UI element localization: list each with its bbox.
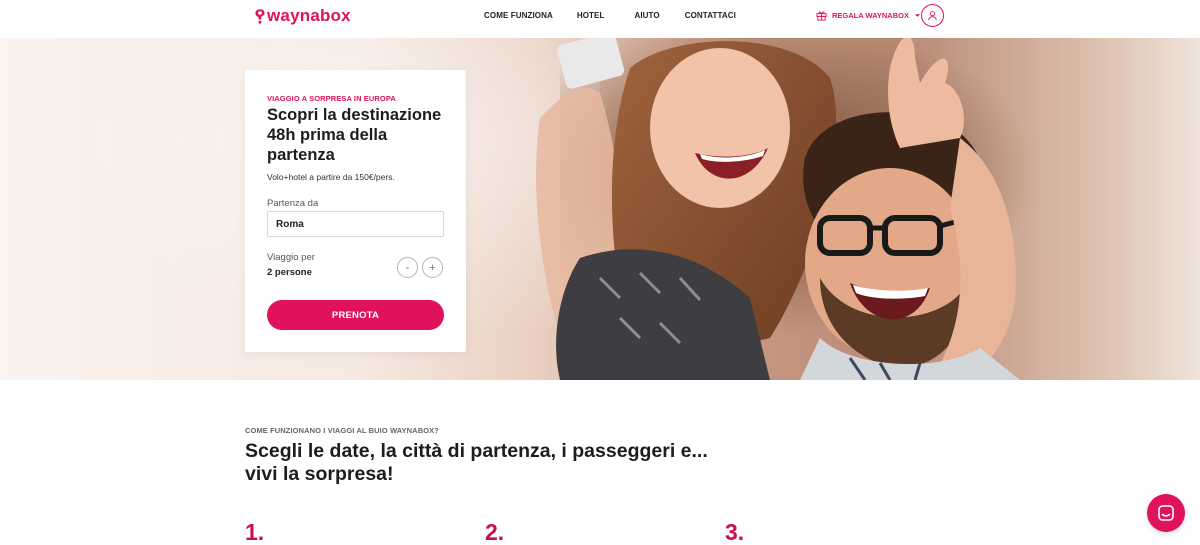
logo-text: waynabox (267, 6, 351, 25)
departure-city-input[interactable] (267, 211, 444, 237)
gift-icon (816, 11, 827, 21)
gift-label: REGALA WAYNABOX (832, 11, 909, 20)
hero-photo-couple-selfie (536, 38, 1020, 380)
how-it-works-title: Scegli le date, la città di partenza, i … (245, 440, 708, 485)
step-number-1: 1. (245, 519, 265, 545)
hero-price-subtitle: Volo+hotel a partire da 150€/pers. (267, 172, 395, 182)
hero-kicker: VIAGGIO A SORPRESA IN EUROPA (267, 94, 396, 103)
waynabox-logo[interactable]: waynabox (254, 6, 351, 26)
chat-support-button[interactable] (1147, 494, 1185, 532)
caret-down-icon (914, 14, 921, 17)
main-nav: COME FUNZIONA HOTEL AIUTO CONTATTACI (484, 11, 736, 20)
step-number-3: 3. (725, 519, 745, 545)
nav-contattaci[interactable]: CONTATTACI (685, 11, 736, 20)
chat-icon (1158, 505, 1174, 521)
how-it-works-kicker: COME FUNZIONANO I VIAGGI AL BUIO WAYNABO… (245, 426, 439, 435)
book-button[interactable]: PRENOTA (267, 300, 444, 330)
travelers-label: Viaggio per (267, 252, 315, 263)
nav-hotel[interactable]: HOTEL (577, 11, 605, 20)
travelers-decrease-button[interactable]: - (397, 257, 418, 278)
departure-label: Partenza da (267, 198, 319, 209)
travelers-increase-button[interactable]: + (422, 257, 443, 278)
booking-card: VIAGGIO A SORPRESA IN EUROPA Scopri la d… (245, 70, 466, 352)
user-account-button[interactable] (921, 4, 944, 27)
travelers-value: 2 persone (267, 267, 312, 278)
gift-waynabox-dropdown[interactable]: REGALA WAYNABOX (816, 10, 921, 21)
step-number-2: 2. (485, 519, 505, 545)
hero-title: Scopri la destinazione 48h prima della p… (267, 106, 442, 164)
user-icon (928, 11, 937, 21)
top-navigation-bar: waynabox COME FUNZIONA HOTEL AIUTO CONTA… (0, 0, 1200, 38)
nav-come-funziona[interactable]: COME FUNZIONA (484, 11, 553, 20)
nav-aiuto[interactable]: AIUTO (634, 11, 659, 20)
question-mark-pin-icon (255, 9, 265, 24)
